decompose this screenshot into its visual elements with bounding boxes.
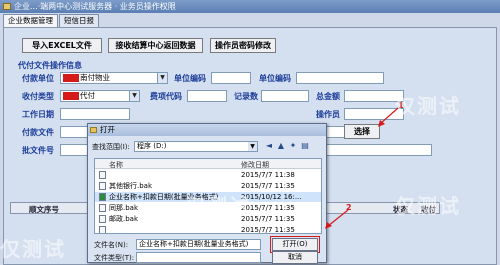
annotation-step1: 1 bbox=[398, 101, 404, 110]
annotation-arrows bbox=[325, 107, 399, 229]
annotation-step2: 2 bbox=[346, 203, 352, 212]
arrow-step1 bbox=[379, 107, 399, 125]
arrow-step2 bbox=[327, 209, 349, 227]
